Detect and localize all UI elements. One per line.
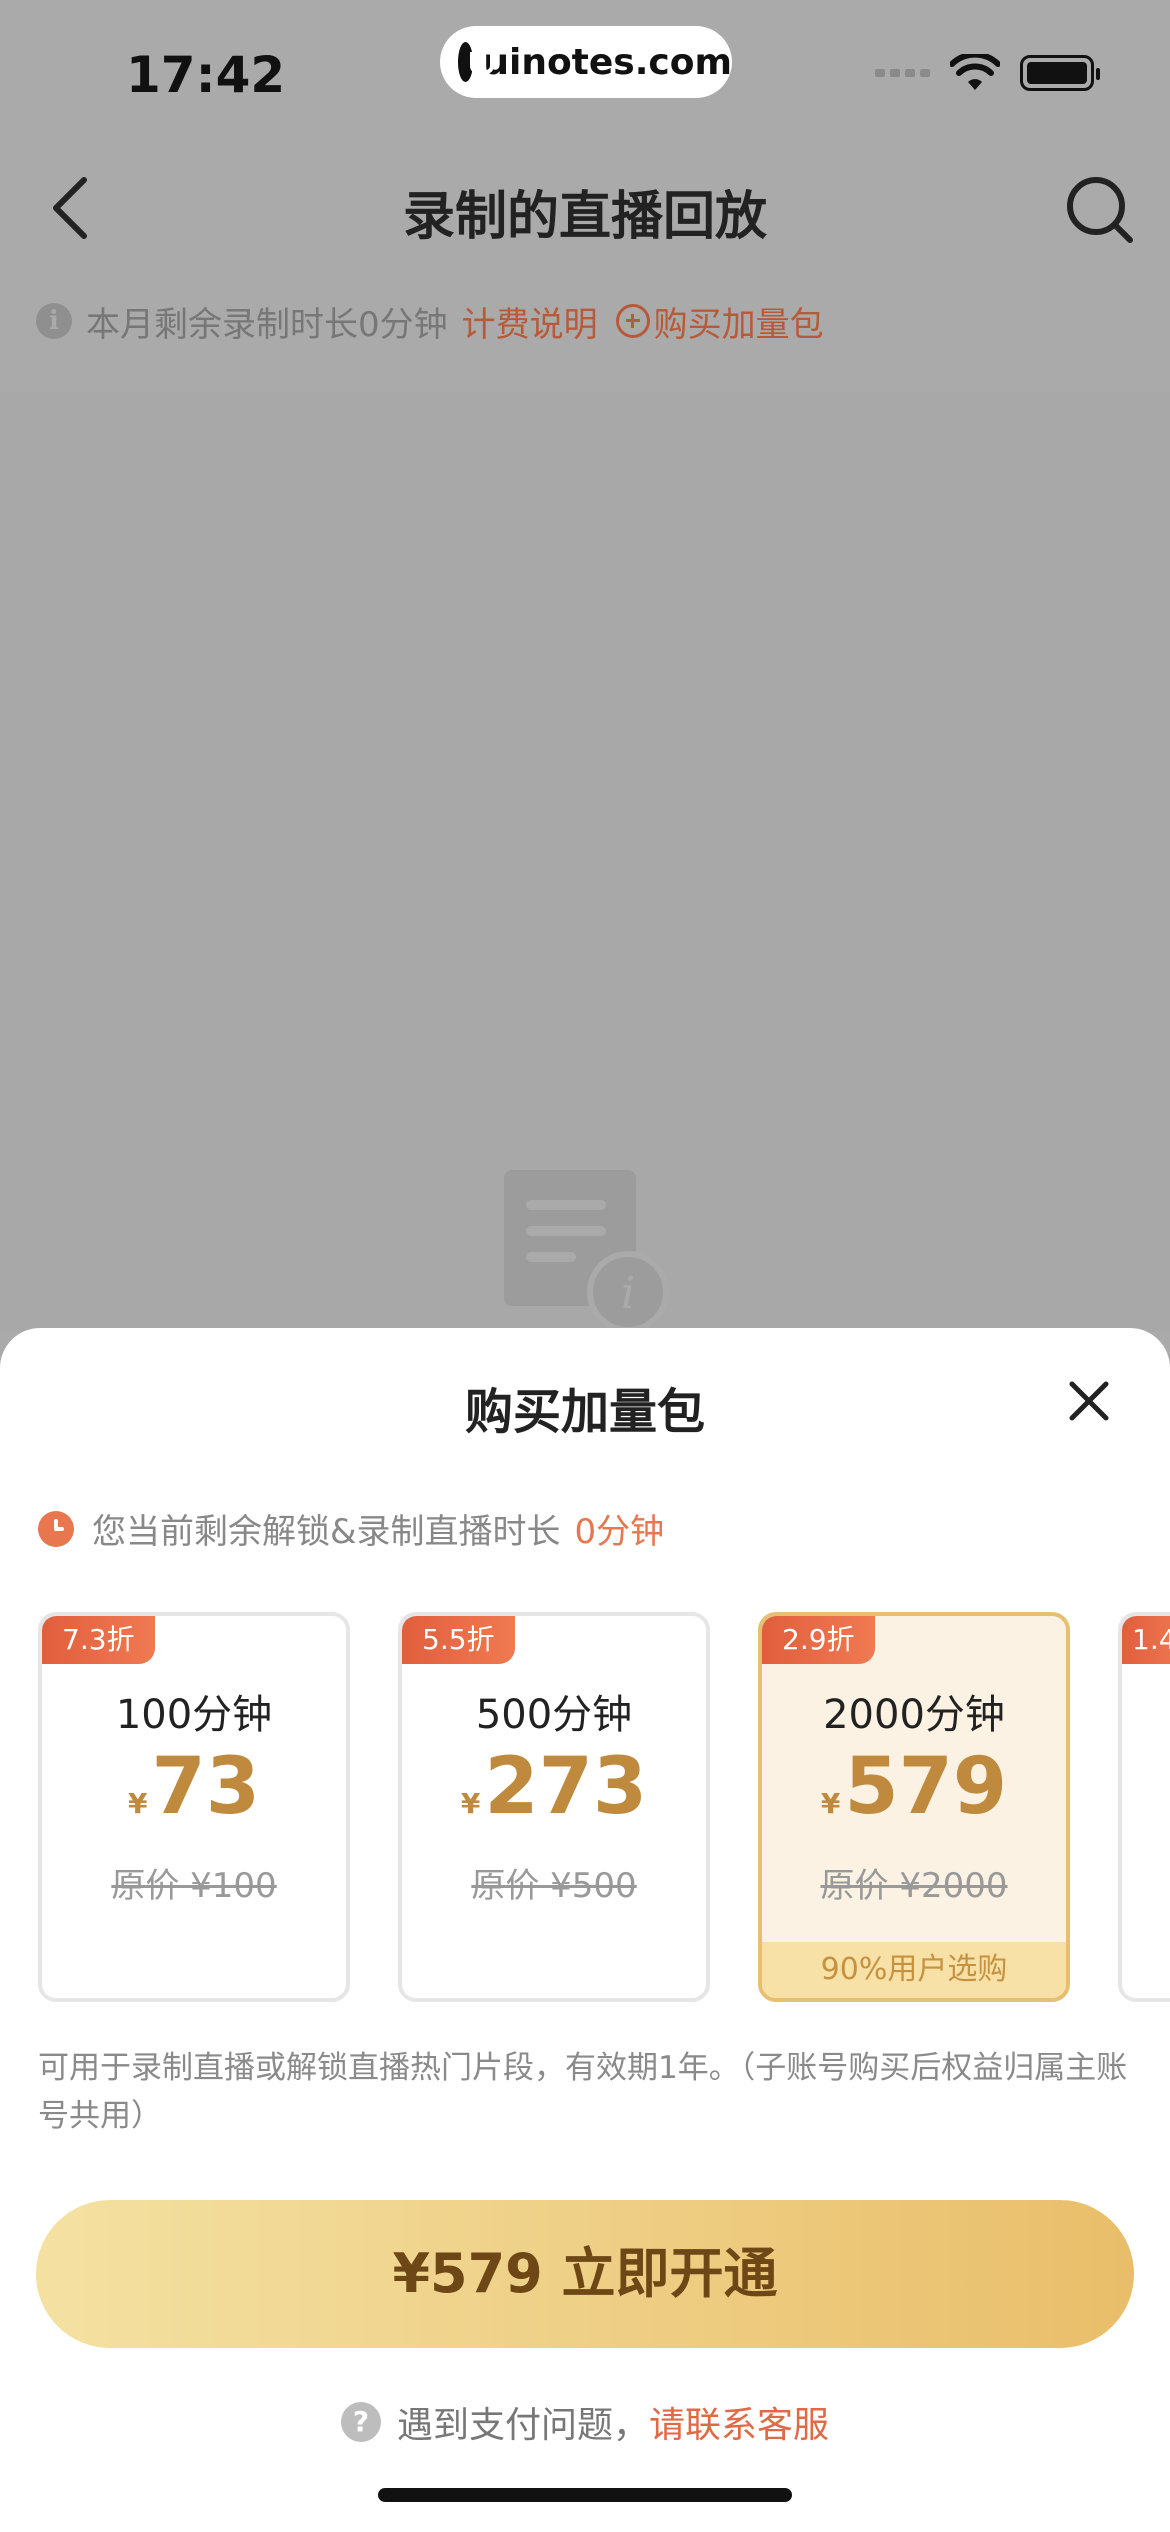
- wifi-icon: [950, 54, 1000, 90]
- package-description: 可用于录制直播或解锁直播热门片段，有效期1年。（子账号购买后权益归属主账号共用）: [38, 2050, 1128, 2134]
- currency-symbol: ¥: [127, 1787, 148, 1820]
- activate-now-button[interactable]: ¥579 立即开通: [36, 2200, 1134, 2348]
- package-minutes: 500分钟: [475, 1692, 633, 1738]
- popular-tag: 90%用户选购: [762, 1942, 1066, 1998]
- discount-badge: 7.3折: [42, 1616, 155, 1664]
- package-minutes: 2000分钟: [823, 1692, 1005, 1738]
- watermark-logo-icon: [458, 42, 495, 82]
- contact-support-link[interactable]: 请联系客服: [649, 2396, 829, 2448]
- discount-badge: 2.9折: [762, 1616, 875, 1664]
- clock-icon: [38, 1510, 74, 1547]
- recording-info-strip: i 本月剩余录制时长0分钟 计费说明 购买加量包: [36, 296, 824, 346]
- battery-icon: [1020, 55, 1100, 91]
- package-price: ¥73: [42, 1742, 346, 1832]
- package-card-partial[interactable]: 1.4: [1118, 1612, 1170, 2002]
- signal-icon: [875, 69, 930, 77]
- search-icon[interactable]: [1060, 170, 1140, 250]
- package-minutes: 100分钟: [115, 1692, 273, 1738]
- empty-state-document-icon: i: [504, 1170, 669, 1328]
- plus-circle-icon[interactable]: [615, 304, 650, 338]
- discount-badge: 1.4: [1122, 1616, 1170, 1664]
- nav-bar: 录制的直播回放: [0, 130, 1170, 280]
- purchase-bottom-sheet: 购买加量包 您当前剩余解锁&录制直播时长 0分钟 7.3折 100分钟 ¥73 …: [0, 1328, 1170, 2532]
- watermark-text: uinotes.com: [483, 41, 732, 83]
- svg-text:i: i: [621, 1268, 635, 1319]
- package-card-500[interactable]: 5.5折 500分钟 ¥273 原价 ¥500: [398, 1612, 710, 2002]
- package-price: ¥579: [762, 1742, 1066, 1832]
- payment-help-text: 遇到支付问题，: [396, 2405, 649, 2446]
- remaining-duration-row: 您当前剩余解锁&录制直播时长 0分钟: [38, 1504, 664, 1553]
- price-value: 579: [844, 1742, 1008, 1832]
- page-title: 录制的直播回放: [402, 187, 767, 247]
- home-indicator[interactable]: [378, 2488, 792, 2502]
- remaining-duration-label: 您当前剩余解锁&录制直播时长: [92, 1512, 561, 1552]
- remaining-recording-text: 本月剩余录制时长0分钟: [86, 304, 448, 345]
- original-price: 原价 ¥100: [111, 1866, 277, 1906]
- billing-info-link[interactable]: 计费说明: [462, 297, 598, 346]
- buy-package-link[interactable]: 购买加量包: [654, 297, 824, 346]
- price-value: 273: [484, 1742, 648, 1832]
- info-icon: i: [36, 303, 72, 339]
- currency-symbol: ¥: [820, 1787, 841, 1820]
- watermark-badge: uinotes.com: [440, 26, 732, 98]
- question-circle-icon: ?: [340, 2402, 381, 2442]
- remaining-duration-value: 0分钟: [574, 1512, 665, 1552]
- close-icon[interactable]: [1064, 1376, 1114, 1426]
- currency-symbol: ¥: [460, 1787, 481, 1820]
- package-price: ¥273: [402, 1742, 706, 1832]
- package-card-2000-selected[interactable]: 2.9折 2000分钟 ¥579 原价 ¥2000 90%用户选购: [758, 1612, 1070, 2002]
- price-value: 73: [151, 1742, 261, 1832]
- status-icons: [875, 54, 1100, 92]
- status-time: 17:42: [126, 46, 286, 104]
- original-price: 原价 ¥500: [471, 1866, 637, 1906]
- payment-help-row: ? 遇到支付问题， 请联系客服: [0, 2396, 1170, 2448]
- status-bar: 17:42 uinotes.com: [0, 0, 1170, 130]
- discount-badge: 5.5折: [402, 1616, 515, 1664]
- package-card-100[interactable]: 7.3折 100分钟 ¥73 原价 ¥100: [38, 1612, 350, 2002]
- package-list: 7.3折 100分钟 ¥73 原价 ¥100 5.5折 500分钟 ¥273 原…: [0, 1612, 1170, 2004]
- sheet-title: 购买加量包: [464, 1384, 705, 1440]
- original-price: 原价 ¥2000: [820, 1866, 1008, 1906]
